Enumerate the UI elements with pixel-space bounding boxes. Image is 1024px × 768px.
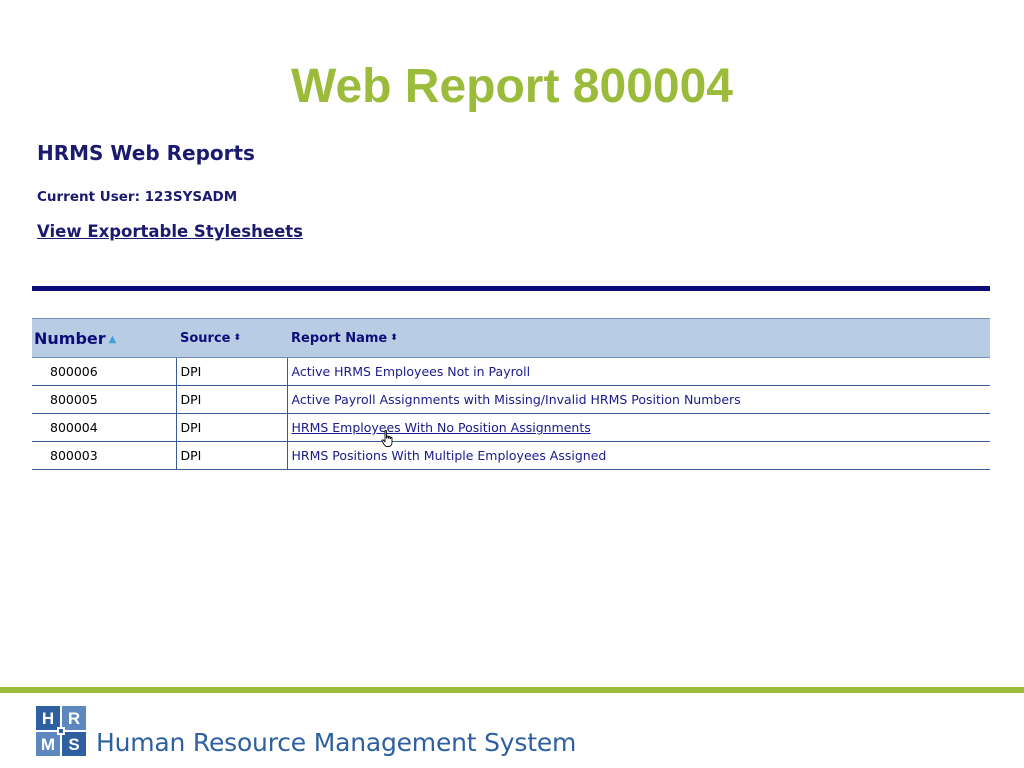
web-report-screenshot: HRMS Web Reports Current User: 123SYSADM… <box>0 0 1024 480</box>
current-user-label: Current User: 123SYSADM <box>37 189 238 205</box>
cell-number: 800005 <box>32 385 177 414</box>
sort-both-icon[interactable]: ⬍ <box>233 333 241 343</box>
sort-both-icon[interactable]: ⬍ <box>390 333 398 343</box>
logo-letter: S <box>68 735 79 754</box>
hand-pointer-icon <box>381 430 393 447</box>
cell-number: 800003 <box>32 441 177 470</box>
header-divider <box>32 286 990 291</box>
column-header-label: Report Name <box>291 330 388 346</box>
column-header-source[interactable]: Source ⬍ <box>176 318 287 358</box>
view-exportable-stylesheets-link[interactable]: View Exportable Stylesheets <box>37 222 303 241</box>
table-row: 800006 DPI Active HRMS Employees Not in … <box>32 357 990 386</box>
footer-divider <box>0 687 1024 693</box>
app-title: HRMS Web Reports <box>37 141 255 165</box>
table-row: 800005 DPI Active Payroll Assignments wi… <box>32 385 990 414</box>
report-link[interactable]: Active Payroll Assignments with Missing/… <box>287 385 990 414</box>
reports-table: Number ▲ Source ⬍ Report Name ⬍ 800006 DPI … <box>32 318 990 470</box>
cell-number: 800004 <box>32 413 177 442</box>
column-header-number[interactable]: Number ▲ <box>32 318 176 358</box>
report-link[interactable]: Active HRMS Employees Not in Payroll <box>287 357 990 386</box>
cell-number: 800006 <box>32 357 177 386</box>
table-row: 800003 DPI HRMS Positions With Multiple … <box>32 441 990 470</box>
logo-letter: H <box>42 709 54 728</box>
column-header-report-name[interactable]: Report Name ⬍ <box>287 318 990 358</box>
logo-letter: R <box>68 709 80 728</box>
hrms-logo-icon: H R M S <box>35 705 87 757</box>
table-row: 800004 DPI HRMS Employees With No Positi… <box>32 413 990 442</box>
table-header-row: Number ▲ Source ⬍ Report Name ⬍ <box>32 318 990 358</box>
cell-source: DPI <box>176 385 288 414</box>
logo-letter: M <box>41 735 55 754</box>
column-header-label: Number <box>34 328 106 348</box>
cell-source: DPI <box>176 413 288 442</box>
footer-system-name: Human Resource Management System <box>96 728 577 757</box>
cell-source: DPI <box>176 357 288 386</box>
column-header-label: Source <box>180 330 231 346</box>
cell-source: DPI <box>176 441 288 470</box>
sort-ascending-icon[interactable]: ▲ <box>109 334 117 345</box>
